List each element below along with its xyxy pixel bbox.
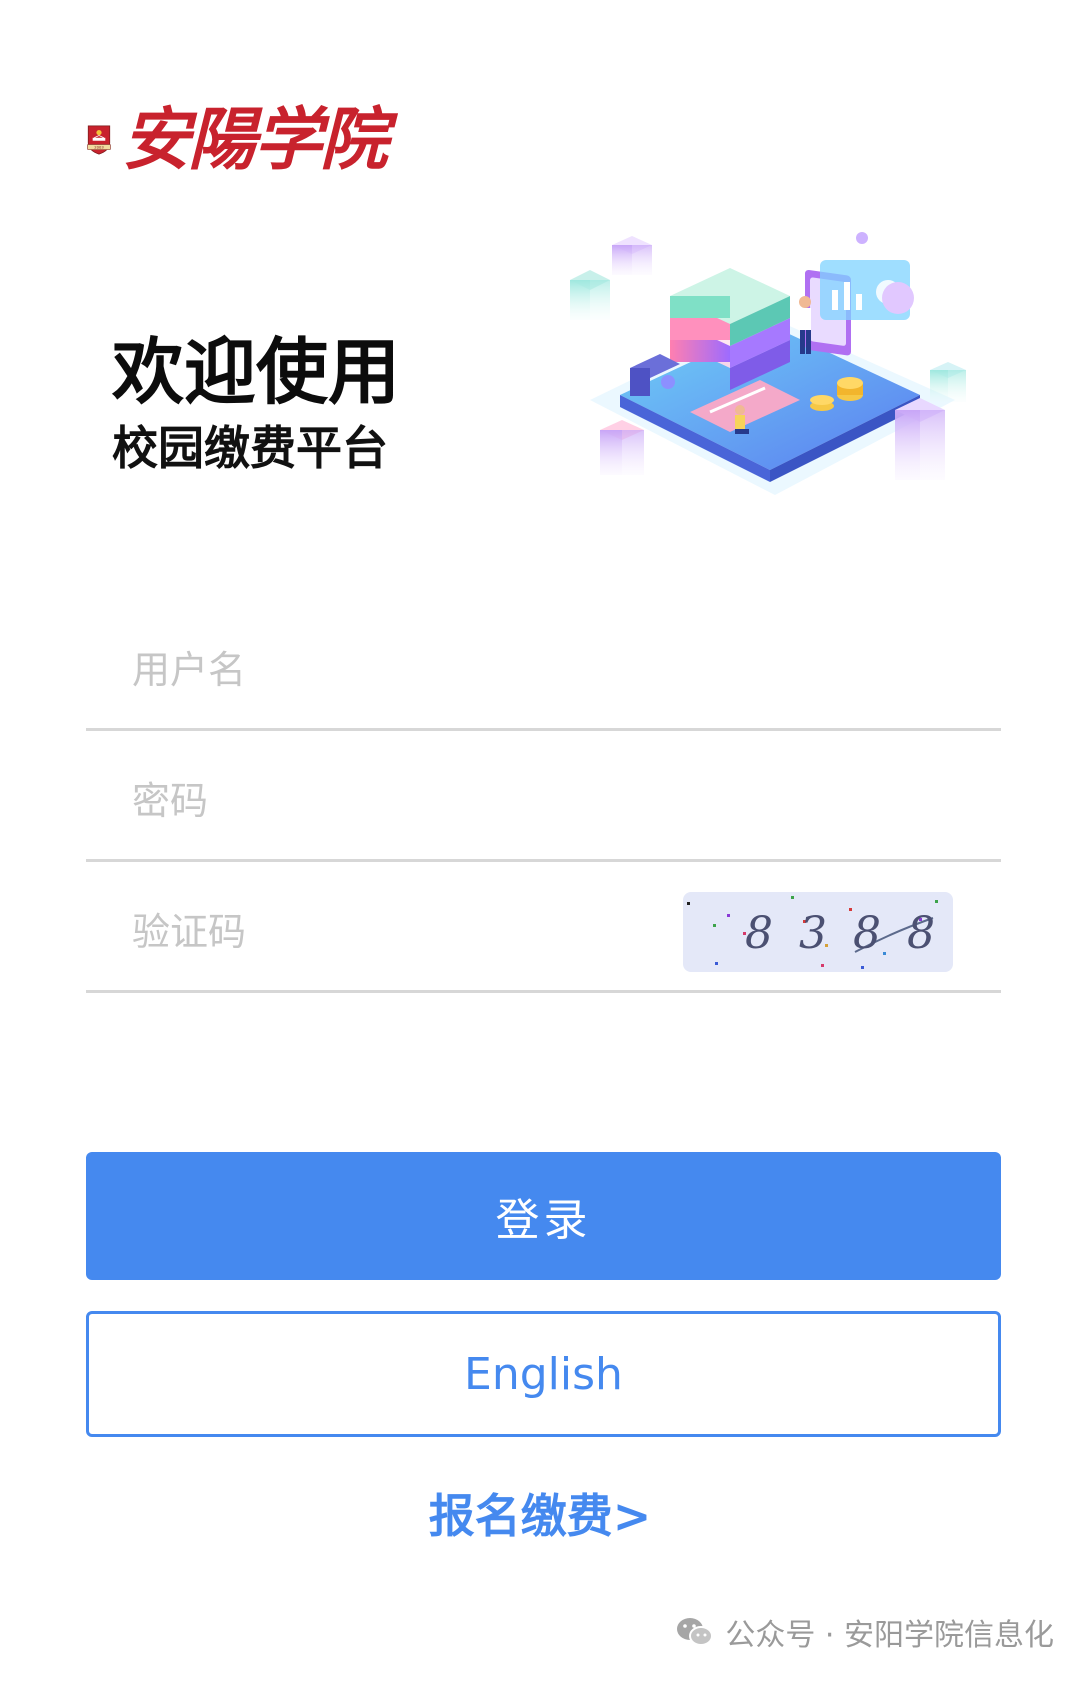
wechat-icon bbox=[677, 1618, 714, 1646]
captcha-input[interactable] bbox=[132, 902, 552, 962]
school-logo: 2003 安陽学院 bbox=[86, 98, 388, 182]
login-button[interactable]: 登录 bbox=[86, 1152, 1001, 1280]
english-language-button[interactable]: English bbox=[86, 1311, 1001, 1437]
school-crest-icon: 2003 bbox=[87, 125, 111, 155]
school-name-logotype: 安陽学院 bbox=[121, 100, 388, 180]
password-row bbox=[86, 731, 1001, 862]
welcome-title: 欢迎使用 bbox=[112, 330, 401, 414]
captcha-noise-graphic: 8 3 8 8 bbox=[687, 896, 941, 969]
watermark-text: 公众号 · 安阳学院信息化 bbox=[725, 1618, 1054, 1653]
crest-year-text: 2003 bbox=[94, 146, 104, 150]
password-input[interactable] bbox=[132, 771, 692, 831]
enroll-pay-link[interactable]: 报名缴费> bbox=[0, 1486, 1080, 1546]
captcha-image[interactable]: 8 3 8 8 bbox=[683, 892, 953, 972]
wechat-watermark: 公众号 · 安阳学院信息化 bbox=[675, 1610, 1054, 1654]
captcha-row: 8 3 8 8 bbox=[86, 862, 1001, 993]
captcha-code-text: 8 3 8 8 bbox=[745, 908, 941, 959]
payment-platform-illustration bbox=[570, 232, 966, 495]
platform-subtitle: 校园缴费平台 bbox=[112, 421, 388, 475]
username-row bbox=[86, 600, 1001, 731]
username-input[interactable] bbox=[132, 640, 692, 700]
